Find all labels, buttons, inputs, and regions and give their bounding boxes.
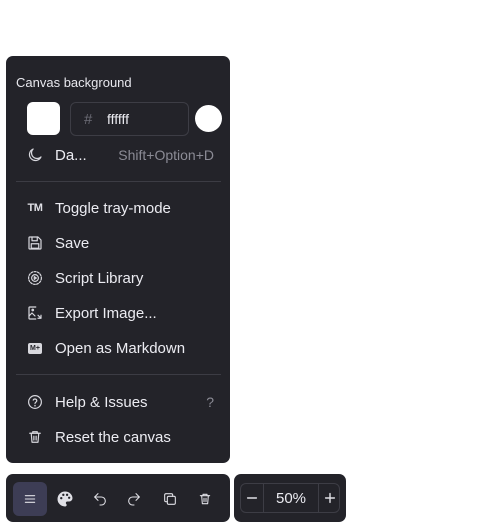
markdown-icon: M+ [28,342,42,354]
save-item[interactable]: Save [22,228,222,258]
canvas-background-picker: # [27,102,227,136]
menu-divider [16,374,221,375]
export-image-item[interactable]: Export Image... [22,298,222,328]
delete-button[interactable] [188,482,222,516]
duplicate-icon [164,493,176,505]
hex-input-box[interactable]: # [70,102,189,136]
zoom-in-button[interactable] [319,484,341,512]
export-image-icon [26,304,44,322]
zoom-box: 50% [240,483,340,513]
zoom-control: 50% [234,474,346,522]
reset-canvas-label: Reset the canvas [55,429,171,446]
undo-icon [94,493,106,506]
help-icon [26,393,44,411]
script-library-label: Script Library [55,270,144,287]
trash-icon [26,428,44,446]
help-issues-label: Help & Issues [55,394,148,411]
save-label: Save [55,235,90,252]
hex-color-input[interactable] [107,108,185,130]
plus-icon [324,492,336,504]
menu-divider [16,181,221,182]
menu-icon [24,495,36,503]
redo-icon [128,493,140,506]
dark-mode-label: Da... [55,147,87,164]
background-color-swatch[interactable] [27,102,60,135]
tm-icon: TM [27,202,43,214]
script-library-item[interactable]: Script Library [22,263,222,293]
hash-label: # [84,111,93,128]
dark-mode-item[interactable]: Da... Shift+Option+D [22,140,222,170]
main-menu: Canvas background # Da... Shift+Option+D… [6,56,230,463]
help-issues-item[interactable]: Help & Issues ? [22,387,222,417]
moon-icon [26,146,44,164]
color-preset-dot[interactable] [195,105,222,132]
palette-button[interactable] [48,482,82,516]
open-as-markdown-item[interactable]: M+ Open as Markdown [22,333,222,363]
save-icon [26,234,44,252]
open-as-markdown-label: Open as Markdown [55,340,186,357]
script-library-icon [26,269,44,287]
duplicate-button[interactable] [153,482,187,516]
reset-canvas-item[interactable]: Reset the canvas [22,422,222,452]
zoom-out-button[interactable] [241,484,263,512]
redo-button[interactable] [117,482,151,516]
canvas-background-title: Canvas background [16,75,132,90]
palette-icon [57,491,73,507]
bottom-toolbar [6,474,230,522]
trash-icon [199,493,211,505]
help-shortcut: ? [206,394,214,410]
minus-icon [246,497,258,499]
toggle-tray-mode-item[interactable]: TM Toggle tray-mode [22,193,222,223]
undo-button[interactable] [83,482,117,516]
export-image-label: Export Image... [55,305,157,322]
zoom-value[interactable]: 50% [264,490,318,507]
toggle-tray-mode-label: Toggle tray-mode [55,200,171,217]
menu-button[interactable] [13,482,47,516]
dark-mode-shortcut: Shift+Option+D [118,147,214,163]
